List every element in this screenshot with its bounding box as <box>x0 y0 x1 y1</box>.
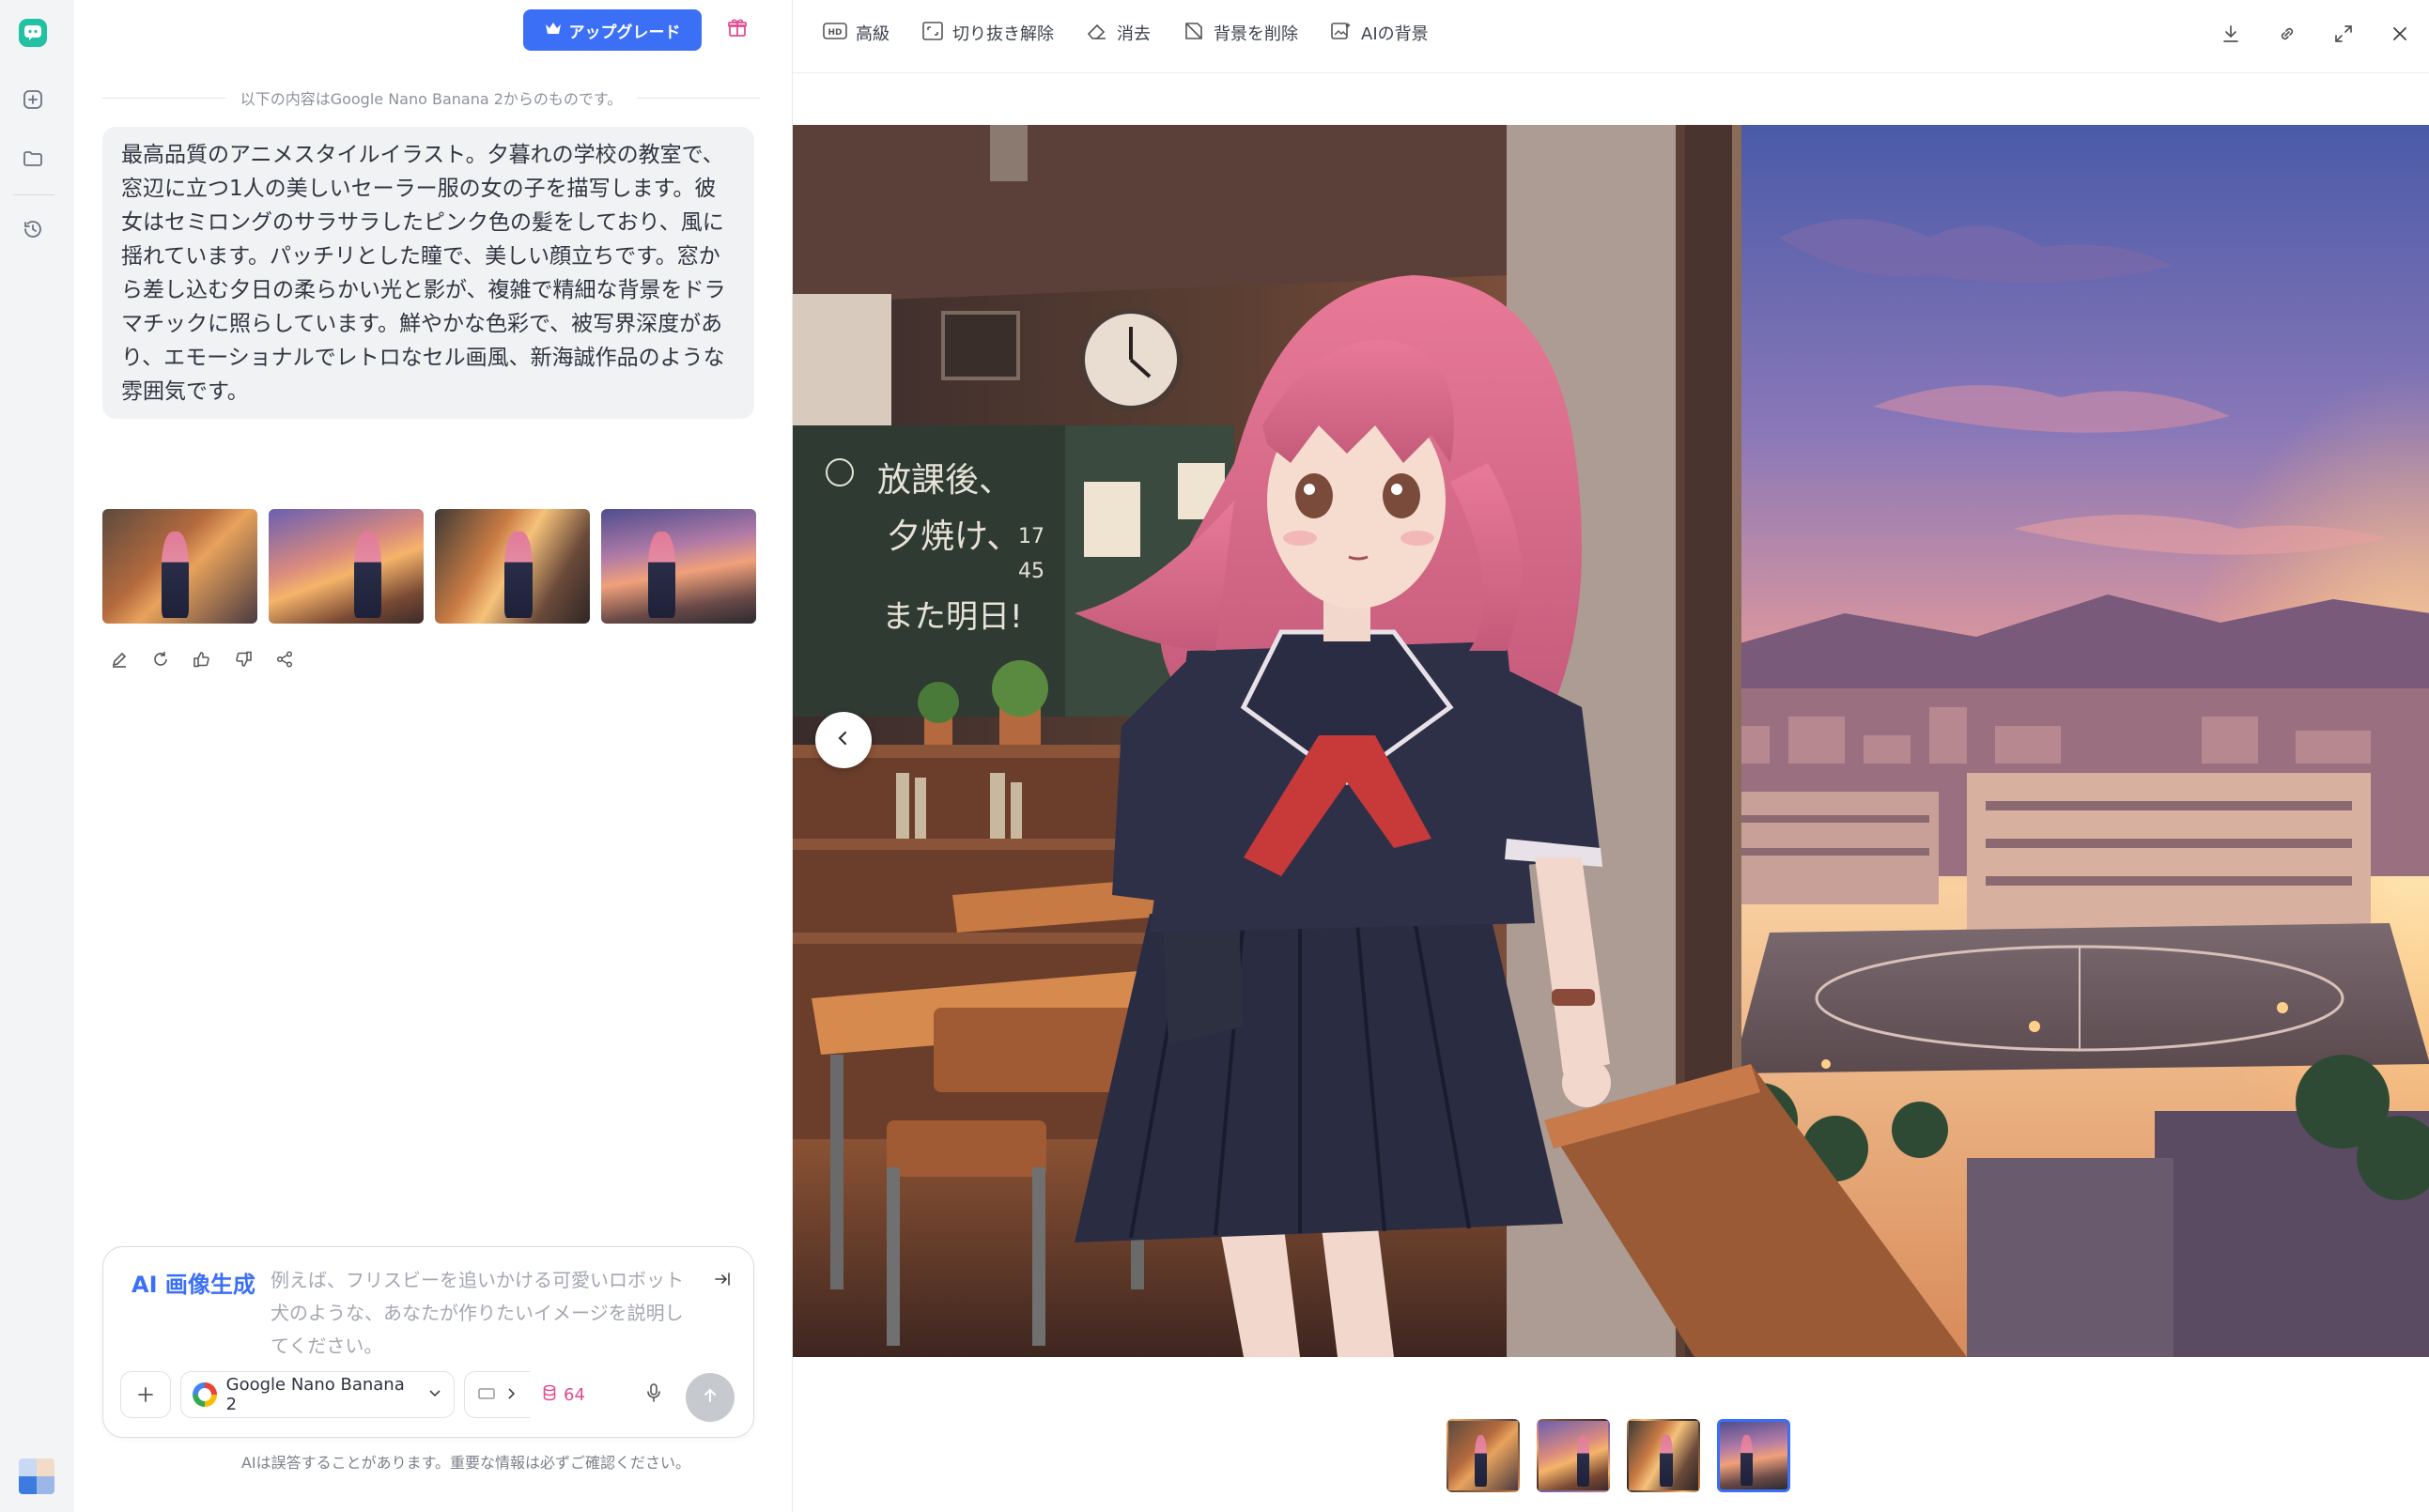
gift-icon <box>726 17 749 43</box>
arrow-up-icon <box>701 1386 719 1409</box>
thumbs-up-icon[interactable] <box>189 646 215 672</box>
previous-image-button[interactable] <box>815 712 872 768</box>
viewer-toolbar: HD 高級 切り抜き解除 消去 背景を削除 AIの背景 <box>793 0 2429 73</box>
download-icon[interactable] <box>2216 19 2246 49</box>
eraser-button[interactable]: 消去 <box>1086 19 1151 47</box>
plus-square-icon <box>22 88 44 115</box>
app: アップグレード 以下の内容はGoogle Nano Banana 2からのもので… <box>0 0 2429 1512</box>
hd-upscale-label: 高級 <box>856 24 890 44</box>
prompt-input[interactable] <box>271 1264 684 1358</box>
regenerate-icon[interactable] <box>147 646 174 672</box>
chevron-right-icon <box>506 1385 518 1405</box>
chalkboard-number-2: 45 <box>1018 560 1044 583</box>
edit-tools: HD 高級 切り抜き解除 消去 背景を削除 AIの背景 <box>823 19 1429 47</box>
google-logo-icon <box>193 1382 217 1407</box>
thumbs-down-icon[interactable] <box>230 646 256 672</box>
uncrop-label: 切り抜き解除 <box>952 24 1054 44</box>
remove-background-button[interactable]: 背景を削除 <box>1183 19 1298 47</box>
chalkboard-line-2: 夕焼け、 <box>887 517 1020 556</box>
result-thumbnails <box>102 509 756 624</box>
credit-value: 64 <box>564 1384 585 1405</box>
image-viewer: HD 高級 切り抜き解除 消去 背景を削除 AIの背景 放課後、 夕焼け、 また… <box>792 0 2429 1512</box>
folder-button[interactable] <box>19 147 47 175</box>
viewer-thumbnail-3[interactable] <box>1627 1419 1700 1492</box>
plus-icon <box>136 1380 155 1411</box>
close-icon[interactable] <box>2385 19 2415 49</box>
viewer-thumbnail-1[interactable] <box>1447 1419 1520 1492</box>
source-note: 以下の内容はGoogle Nano Banana 2からのものです。 <box>102 86 761 109</box>
message-actions <box>106 646 298 672</box>
rail-divider <box>13 194 54 195</box>
svg-text:HD: HD <box>828 28 842 38</box>
eraser-icon <box>1086 21 1108 46</box>
result-thumbnail-1[interactable] <box>102 509 257 624</box>
new-chat-button[interactable] <box>19 87 47 116</box>
ai-background-button[interactable]: AIの背景 <box>1330 19 1429 47</box>
chevron-left-icon <box>835 730 852 750</box>
app-logo-icon[interactable] <box>19 19 47 47</box>
microphone-icon <box>644 1382 663 1407</box>
edit-icon[interactable] <box>106 646 132 672</box>
coin-stack-icon <box>543 1384 556 1406</box>
upgrade-label: アップグレード <box>568 23 681 42</box>
aspect-ratio-select[interactable] <box>464 1371 530 1418</box>
credit-count: 64 <box>543 1371 585 1418</box>
model-select[interactable]: Google Nano Banana 2 <box>180 1371 455 1418</box>
viewer-actions <box>2216 19 2415 49</box>
voice-input-button[interactable] <box>635 1376 673 1413</box>
share-icon[interactable] <box>271 646 298 672</box>
image-thumbnail-strip <box>1447 1419 1790 1492</box>
hd-upscale-button[interactable]: HD 高級 <box>823 19 890 47</box>
result-thumbnail-3[interactable] <box>435 509 590 624</box>
divider <box>637 97 761 99</box>
remove-background-icon <box>1183 21 1205 46</box>
composer-mode-label: AI 画像生成 <box>132 1272 255 1298</box>
chalkboard-number-1: 17 <box>1018 525 1044 548</box>
viewer-thumbnail-2[interactable] <box>1537 1419 1610 1492</box>
ai-background-icon <box>1330 21 1353 46</box>
divider <box>102 97 225 99</box>
attach-button[interactable] <box>120 1371 171 1418</box>
history-button[interactable] <box>19 217 47 245</box>
send-button[interactable] <box>686 1373 735 1422</box>
left-rail <box>0 0 74 1512</box>
prompt-message: 最高品質のアニメスタイルイラスト。夕暮れの学校の教室で、窓辺に立つ1人の美しいセ… <box>102 127 754 419</box>
crown-icon <box>545 21 562 40</box>
remove-background-label: 背景を削除 <box>1214 24 1298 44</box>
folder-icon <box>22 147 44 174</box>
hd-icon: HD <box>823 22 847 45</box>
gift-button[interactable] <box>720 13 754 47</box>
result-thumbnail-2[interactable] <box>269 509 424 624</box>
chalkboard-line-1: 放課後、 <box>877 461 1013 500</box>
uncrop-button[interactable]: 切り抜き解除 <box>921 19 1054 47</box>
aspect-ratio-icon <box>478 1385 495 1405</box>
generated-image: 放課後、 夕焼け、 また明日! 17 45 <box>793 125 2429 1357</box>
disclaimer: AIは誤答することがあります。重要な情報は必ずご確認ください。 <box>240 1454 691 1472</box>
viewer-thumbnail-4-selected[interactable] <box>1717 1419 1790 1492</box>
chevron-down-icon <box>427 1385 442 1405</box>
link-icon[interactable] <box>2272 19 2302 49</box>
fullscreen-icon[interactable] <box>2328 19 2359 49</box>
history-icon <box>22 218 44 244</box>
upgrade-button[interactable]: アップグレード <box>523 9 702 51</box>
eraser-label: 消去 <box>1117 24 1151 44</box>
expand-input-icon[interactable] <box>709 1266 735 1292</box>
ai-background-label: AIの背景 <box>1361 24 1429 44</box>
source-note-text: 以下の内容はGoogle Nano Banana 2からのものです。 <box>240 90 623 108</box>
user-avatar[interactable] <box>19 1458 54 1494</box>
result-thumbnail-4[interactable] <box>601 509 756 624</box>
composer: AI 画像生成 Google Nano Banana 2 64 <box>102 1246 754 1438</box>
model-name: Google Nano Banana 2 <box>225 1375 405 1414</box>
uncrop-icon <box>921 21 944 46</box>
chalkboard-line-3: また明日! <box>882 598 1023 636</box>
chat-panel: アップグレード 以下の内容はGoogle Nano Banana 2からのもので… <box>74 0 792 1512</box>
